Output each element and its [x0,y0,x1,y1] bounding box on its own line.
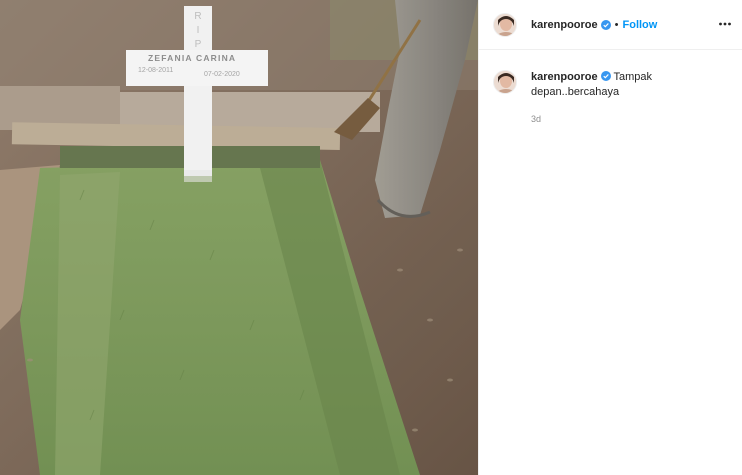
follow-button[interactable]: Follow [623,19,658,31]
post-photo[interactable]: RIP ZEFANIA CARINA 12-08-2011 07-02-2020 [0,0,478,475]
comment-username[interactable]: karenpooroe [531,71,598,83]
header-username[interactable]: karenpooroe [531,19,598,31]
comment-text-block: karenpooroe Tampak depan..bercahaya [531,70,711,100]
post-side-panel: karenpooroe • Follow karenpooroe Tampak … [478,0,742,475]
avatar-icon[interactable] [493,12,517,37]
more-options-icon[interactable] [718,17,732,31]
comment-timestamp[interactable]: 3d [531,114,711,124]
post-header: karenpooroe • Follow [479,0,742,50]
grave-photo-illustration [0,0,478,475]
caption-comment: karenpooroe Tampak depan..bercahaya 3d [479,50,742,124]
comment-avatar-icon[interactable] [493,70,517,94]
verified-badge-icon [600,19,611,30]
comment-body: karenpooroe Tampak depan..bercahaya 3d [531,70,711,124]
header-separator: • [614,18,619,31]
instagram-post: RIP ZEFANIA CARINA 12-08-2011 07-02-2020… [0,0,742,475]
comment-verified-badge-icon [600,71,611,81]
